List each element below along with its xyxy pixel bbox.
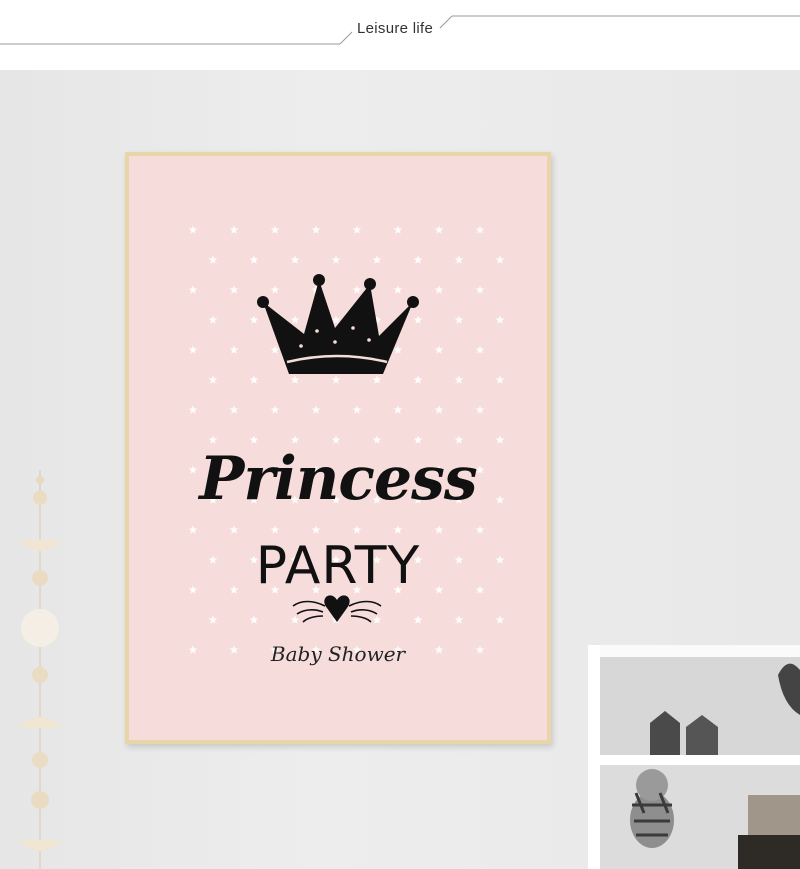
product-photo: Princess PARTY Baby Shower — [0, 70, 800, 869]
bead-garland-decoration — [18, 470, 62, 869]
header-title: Leisure life — [357, 20, 434, 37]
poster: Princess PARTY Baby Shower — [129, 156, 547, 740]
heart-with-wings-icon — [292, 595, 382, 623]
poster-frame: Princess PARTY Baby Shower — [125, 152, 551, 744]
shelf-items — [588, 645, 800, 869]
header: Leisure life — [0, 0, 800, 70]
shelf — [588, 645, 800, 869]
